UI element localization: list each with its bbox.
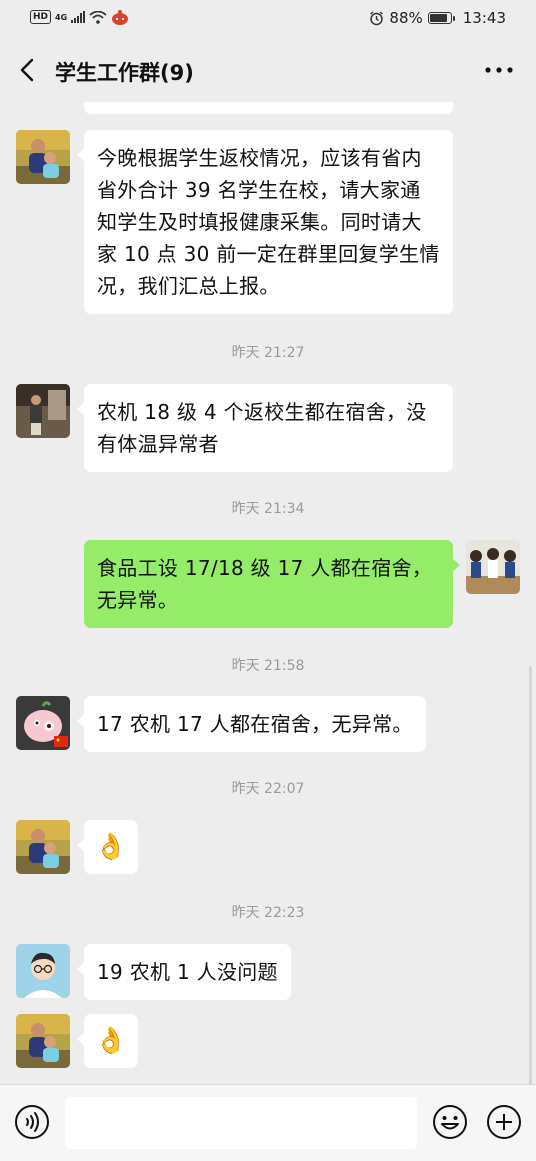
- status-right: 88% 13:43: [369, 9, 506, 27]
- previous-message-bubble: [84, 102, 453, 114]
- clock: 13:43: [462, 9, 506, 27]
- avatar[interactable]: [16, 820, 70, 874]
- avatar-child-photo: [16, 130, 70, 184]
- avatar-person-photo: [16, 384, 70, 438]
- status-left: HD 4G: [30, 9, 129, 25]
- signal-icon: [71, 11, 86, 23]
- message-text: 食品工设 17/18 级 17 人都在宿舍，无异常。: [97, 556, 433, 612]
- more-button[interactable]: [484, 58, 514, 82]
- network-type: 4G: [55, 12, 68, 22]
- wifi-icon: [89, 10, 107, 24]
- back-button[interactable]: [12, 52, 46, 88]
- timestamp: 昨天 21:27: [231, 345, 305, 361]
- avatar[interactable]: [16, 384, 70, 438]
- smiley-icon: [433, 1105, 467, 1139]
- message-text: 农机 18 级 4 个返校生都在宿舍，没有体温异常者: [97, 400, 427, 456]
- more-functions-button[interactable]: [486, 1104, 522, 1140]
- battery-percent: 88%: [389, 9, 423, 27]
- ok-hand-emoji: 👌: [94, 1026, 128, 1056]
- message-text: 17 农机 17 人都在宿舍，无异常。: [97, 712, 413, 736]
- app-notification-icon: [112, 10, 129, 25]
- more-dots-icon: [485, 67, 513, 73]
- hd-badge: HD: [30, 10, 52, 24]
- status-bar: HD 4G 88% 13:43: [0, 0, 536, 38]
- chat-title: 学生工作群(9): [55, 61, 194, 85]
- input-bar: [0, 1084, 536, 1161]
- message-bubble[interactable]: 今晚根据学生返校情况，应该有省内省外合计 39 名学生在校，请大家通知学生及时填…: [77, 130, 453, 314]
- message-text: 19 农机 1 人没问题: [97, 960, 278, 984]
- scrollbar[interactable]: [529, 666, 532, 1084]
- avatar-child-photo: [16, 1014, 70, 1068]
- chat-header: 学生工作群(9): [0, 38, 536, 102]
- ok-hand-emoji: 👌: [94, 832, 128, 862]
- message-list[interactable]: 今晚根据学生返校情况，应该有省内省外合计 39 名学生在校，请大家通知学生及时填…: [0, 102, 536, 1084]
- avatar[interactable]: [16, 944, 70, 998]
- message-bubble[interactable]: 19 农机 1 人没问题: [77, 944, 291, 1000]
- message-input[interactable]: [65, 1097, 417, 1149]
- voice-button[interactable]: [14, 1104, 50, 1140]
- timestamp: 昨天 22:23: [231, 905, 305, 921]
- message-bubble[interactable]: 👌: [77, 1014, 138, 1068]
- avatar[interactable]: [16, 696, 70, 750]
- message-bubble[interactable]: 👌: [77, 820, 138, 874]
- alarm-icon: [370, 10, 384, 25]
- message-bubble[interactable]: 农机 18 级 4 个返校生都在宿舍，没有体温异常者: [77, 384, 453, 472]
- message-bubble-self[interactable]: 食品工设 17/18 级 17 人都在宿舍，无异常。: [84, 540, 460, 628]
- avatar[interactable]: [466, 540, 520, 594]
- chevron-left-icon: [20, 58, 34, 82]
- avatar-figurines-photo: [466, 540, 520, 594]
- avatar[interactable]: [16, 130, 70, 184]
- avatar-child-photo: [16, 820, 70, 874]
- message-text: 今晚根据学生返校情况，应该有省内省外合计 39 名学生在校，请大家通知学生及时填…: [97, 146, 440, 298]
- voice-icon: [15, 1105, 49, 1139]
- plus-icon: [487, 1105, 521, 1139]
- battery-icon: [427, 12, 455, 24]
- avatar[interactable]: [16, 1014, 70, 1068]
- timestamp: 昨天 21:58: [231, 658, 305, 674]
- timestamp: 昨天 21:34: [231, 501, 305, 517]
- timestamp: 昨天 22:07: [231, 781, 305, 797]
- avatar-cartoon-pig: [16, 696, 70, 750]
- emoji-button[interactable]: [432, 1104, 468, 1140]
- avatar-cartoon-man: [16, 944, 70, 998]
- message-bubble[interactable]: 17 农机 17 人都在宿舍，无异常。: [77, 696, 426, 752]
